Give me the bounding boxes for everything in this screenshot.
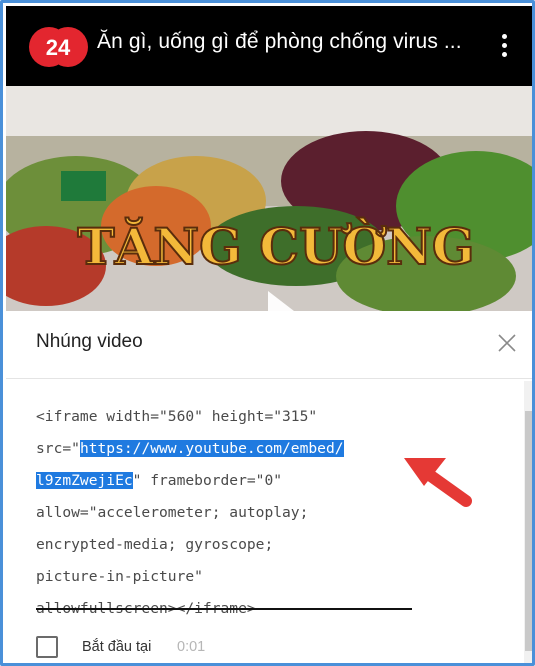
scrollbar[interactable]: [524, 381, 532, 663]
code-line: src="https://www.youtube.com/embed/: [36, 440, 344, 457]
red-arrow-icon: [404, 458, 472, 507]
code-line: allow="accelerometer; autoplay;: [36, 504, 309, 521]
dialog-divider: [6, 378, 532, 379]
kebab-menu-icon[interactable]: [497, 34, 511, 60]
channel-logo-text: 24: [46, 35, 71, 60]
code-line: encrypted-media; gyroscope;: [36, 536, 274, 553]
code-line: l9zmZwejiEc" frameborder="0": [36, 472, 283, 489]
thumbnail-headline: TĂNG CƯỜNG: [77, 216, 474, 276]
start-at-checkbox[interactable]: [36, 636, 58, 658]
screenshot-frame: 24 Ăn gì, uống gì để phòng chống virus .…: [0, 0, 535, 666]
code-line: picture-in-picture": [36, 568, 203, 585]
selected-text: https://www.youtube.com/embed/: [79, 440, 344, 457]
textarea-underline: [36, 608, 412, 610]
embed-dialog: Nhúng video <iframe width="560" height="…: [6, 311, 532, 663]
close-icon[interactable]: [495, 331, 519, 355]
code-line: <iframe width="560" height="315": [36, 408, 318, 425]
video-thumbnail[interactable]: TĂNG CƯỜNG: [6, 86, 532, 311]
scrollbar-thumb[interactable]: [525, 411, 532, 651]
video-title[interactable]: Ăn gì, uống gì để phòng chống virus ...: [97, 30, 462, 54]
start-at-label: Bắt đầu tại: [82, 639, 152, 655]
embed-code-textarea[interactable]: <iframe width="560" height="315" src="ht…: [36, 401, 420, 625]
selected-text: l9zmZwejiEc: [36, 472, 133, 489]
start-at-time[interactable]: 0:01: [177, 639, 205, 655]
dialog-title: Nhúng video: [36, 331, 143, 352]
channel-logo[interactable]: 24: [28, 26, 88, 68]
video-title-bar: 24 Ăn gì, uống gì để phòng chống virus .…: [6, 6, 532, 86]
